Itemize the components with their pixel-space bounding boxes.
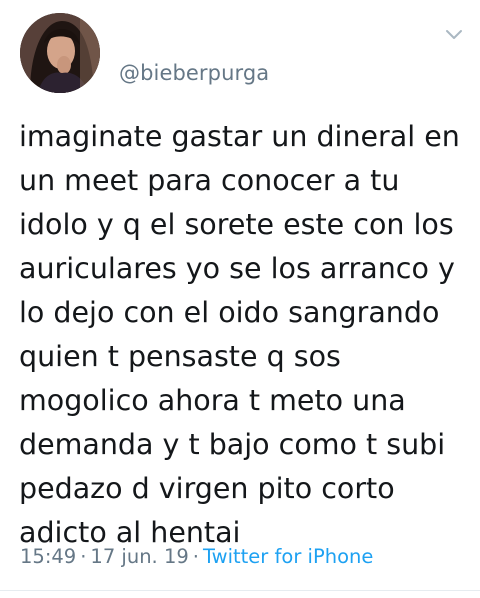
divider <box>0 590 480 591</box>
tweet-text-line: lo dejo con el oido sangrando <box>19 296 440 329</box>
tweet-text-line: demanda y t bajo como t subi <box>19 428 446 461</box>
profile-avatar-icon <box>20 13 100 93</box>
tweet-text-line: auriculares yo se los arranco y <box>19 252 455 285</box>
separator-dot: · <box>192 545 199 568</box>
tweet-text-line: idolo y q el sorete este con los <box>19 208 454 241</box>
tweet-date[interactable]: 17 jun. 19 <box>90 545 188 568</box>
tweet-text-line: mogolico ahora t meto una <box>19 384 406 417</box>
tweet-text: imaginate gastar un dineral en un meet p… <box>19 115 469 555</box>
tweet-text-line: quien t pensaste q sos <box>19 340 341 373</box>
tweet-text-line: pedazo d virgen pito corto <box>19 472 395 505</box>
separator-dot: · <box>80 545 87 568</box>
avatar[interactable] <box>20 13 100 93</box>
tweet-text-line: imaginate gastar un dineral en <box>19 120 460 153</box>
chevron-down-icon[interactable] <box>442 22 466 46</box>
username-handle[interactable]: @bieberpurga <box>119 61 269 85</box>
tweet-metadata: 15:49 · 17 jun. 19 · Twitter for iPhone <box>20 545 373 568</box>
tweet-source-link[interactable]: Twitter for iPhone <box>203 545 373 568</box>
tweet-text-line: un meet para conocer a tu <box>19 164 400 197</box>
tweet-time[interactable]: 15:49 <box>20 545 76 568</box>
